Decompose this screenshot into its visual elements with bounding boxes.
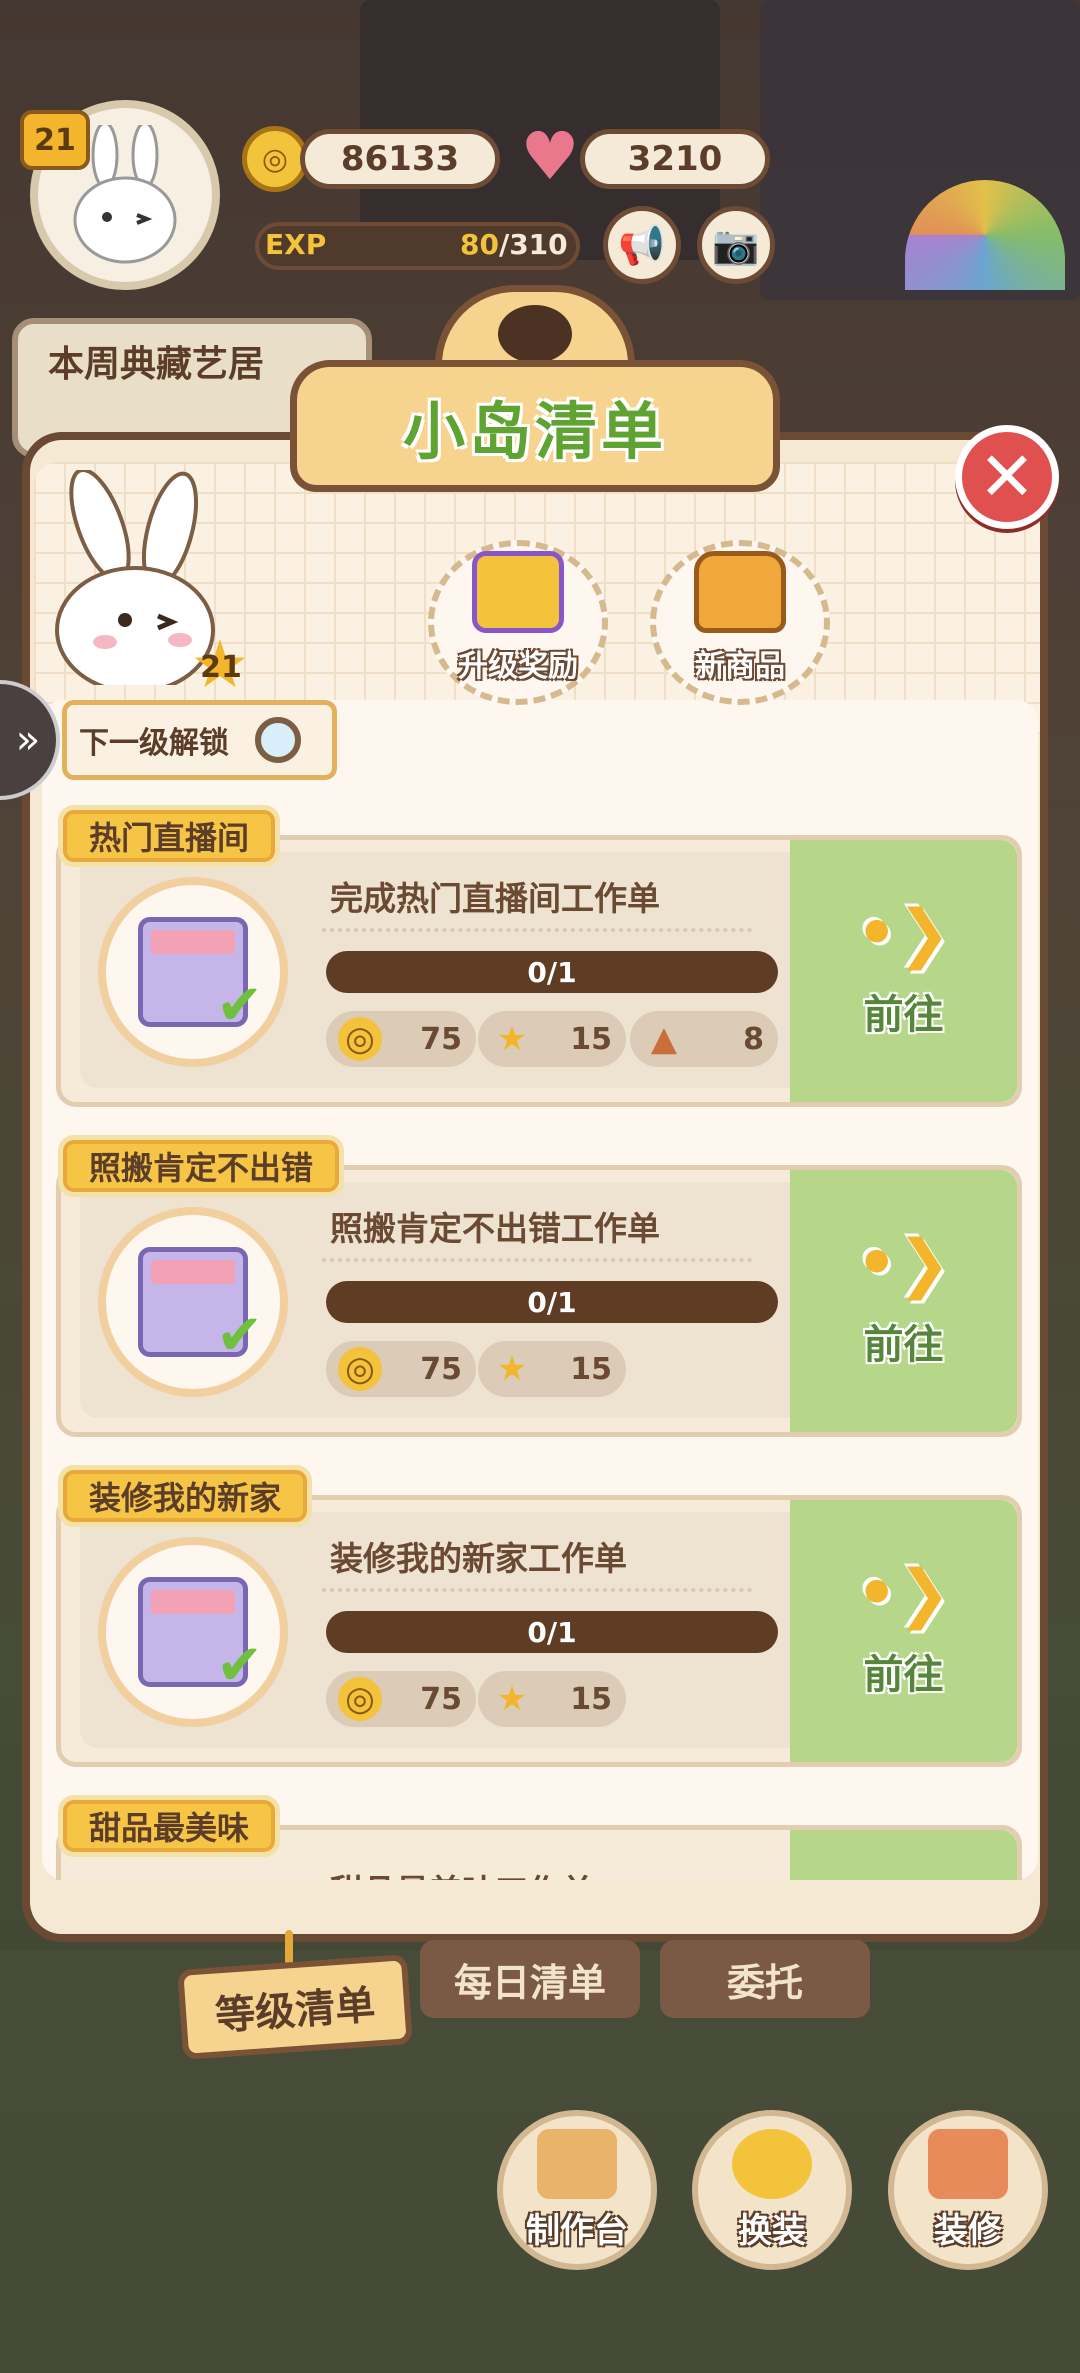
close-button[interactable]: ✕ xyxy=(955,425,1059,529)
go-button[interactable]: •❯ 前往 xyxy=(790,1170,1017,1432)
exp-current: 80 xyxy=(460,228,499,261)
reward-coin: ◎ 75 xyxy=(326,1671,476,1727)
star-icon: ★ xyxy=(496,1349,528,1389)
calendar-check-icon: ✔ xyxy=(138,1247,263,1368)
title-hanger-hole xyxy=(498,305,572,363)
unlock-item-label: 升级奖励 xyxy=(458,649,578,684)
reward-coin: ◎ 75 xyxy=(326,1341,476,1397)
bunny-level: 21 xyxy=(200,650,242,685)
close-icon: ✕ xyxy=(978,437,1036,517)
heart-icon: ♥ xyxy=(520,118,580,195)
next-level-unlock-button[interactable]: 下一级解锁 xyxy=(62,700,337,780)
coin-icon: ◎ xyxy=(338,1677,382,1721)
ore-icon: ▲ xyxy=(650,1019,678,1059)
task-icon-frame: ✔ xyxy=(98,1207,288,1397)
task-tag: 装修我的新家 xyxy=(58,1465,313,1527)
announcement-button[interactable]: 📢 xyxy=(603,206,681,284)
task-tag: 甜品最美味 xyxy=(58,1795,281,1857)
task-divider xyxy=(322,1588,752,1592)
star-icon: ★ xyxy=(496,1679,528,1719)
coin-icon: ◎ xyxy=(338,1347,382,1391)
arrow-right-icon: •❯ xyxy=(856,1557,951,1631)
task-tag: 照搬肯定不出错 xyxy=(58,1135,345,1197)
reward-star: ★ 15 xyxy=(478,1341,626,1397)
go-button-label: 前往 xyxy=(863,1652,944,1698)
task-icon-frame: ✔ xyxy=(98,1537,288,1727)
unlock-item-upgrade-reward[interactable]: 升级奖励 xyxy=(428,540,608,705)
reward-value: 75 xyxy=(420,1681,462,1717)
star-icon: ★ xyxy=(496,1019,528,1059)
coin-icon: ◎ xyxy=(242,126,308,192)
task-title: 完成热门直播间工作单 xyxy=(330,879,660,918)
task-icon-frame: ✔ xyxy=(98,877,288,1067)
paint-roller-icon xyxy=(928,2129,1008,2199)
heart-counter[interactable]: 3210 xyxy=(580,129,770,189)
reward-value: 15 xyxy=(570,1021,612,1057)
dressup-icon xyxy=(732,2129,812,2199)
tab-level-list[interactable]: 等级清单 xyxy=(177,1954,413,2060)
next-unlock-label: 下一级解锁 xyxy=(79,726,229,761)
arrow-right-icon: •❯ xyxy=(856,897,951,971)
task-progress: 0/1 xyxy=(326,951,778,993)
exp-value: 80/310 xyxy=(460,228,568,261)
task-progress: 0/1 xyxy=(326,1281,778,1323)
task-title: 装修我的新家工作单 xyxy=(330,1539,627,1578)
reward-value: 15 xyxy=(570,1351,612,1387)
coin-counter[interactable]: 86133 xyxy=(300,129,500,189)
unlock-item-label: 新商品 xyxy=(695,649,785,684)
go-button-label: 前往 xyxy=(863,992,944,1038)
bag-icon xyxy=(694,551,786,633)
reward-value: 8 xyxy=(743,1021,764,1057)
megaphone-icon: 📢 xyxy=(618,222,666,267)
chevron-right-icon: » xyxy=(15,717,41,763)
task-tag: 热门直播间 xyxy=(58,805,281,867)
reward-value: 15 xyxy=(570,1681,612,1717)
dock-decorate-button[interactable]: 装修 xyxy=(888,2110,1048,2270)
reward-star: ★ 15 xyxy=(478,1011,626,1067)
panel-title: 小岛清单 xyxy=(402,395,667,468)
reward-ore: ▲ 8 xyxy=(630,1011,778,1067)
exp-total: /310 xyxy=(498,228,568,261)
magnifier-icon xyxy=(255,717,301,763)
task-progress: 0/1 xyxy=(326,1611,778,1653)
gift-icon xyxy=(472,551,564,633)
go-button[interactable]: •❯ 前往 xyxy=(790,1500,1017,1762)
task-divider xyxy=(322,928,752,932)
dock-dressup-button[interactable]: 换装 xyxy=(692,2110,852,2270)
tab-daily-list[interactable]: 每日清单 xyxy=(420,1940,640,2018)
dock-label: 装修 xyxy=(934,2211,1002,2251)
workbench-icon xyxy=(537,2129,617,2199)
calendar-check-icon: ✔ xyxy=(138,1577,263,1698)
task-title: 照搬肯定不出错工作单 xyxy=(330,1209,660,1248)
dock-workbench-button[interactable]: 制作台 xyxy=(497,2110,657,2270)
panel-footer xyxy=(22,1880,1048,1942)
reward-star: ★ 15 xyxy=(478,1671,626,1727)
dock-label: 换装 xyxy=(738,2211,806,2251)
reward-value: 75 xyxy=(420,1351,462,1387)
arrow-right-icon: •❯ xyxy=(856,1227,951,1301)
exp-label: EXP xyxy=(265,228,327,261)
coin-icon: ◎ xyxy=(338,1017,382,1061)
reward-value: 75 xyxy=(420,1021,462,1057)
camera-button[interactable]: 📷 xyxy=(697,206,775,284)
tab-commission[interactable]: 委托 xyxy=(660,1940,870,2018)
go-button[interactable]: •❯ 前往 xyxy=(790,840,1017,1102)
unlock-item-new-goods[interactable]: 新商品 xyxy=(650,540,830,705)
player-level-badge: 21 xyxy=(20,110,90,170)
task-divider xyxy=(322,1258,752,1262)
dock-label: 制作台 xyxy=(526,2211,628,2251)
reward-coin: ◎ 75 xyxy=(326,1011,476,1067)
go-button-label: 前往 xyxy=(863,1322,944,1368)
panel-title-plate: 小岛清单 xyxy=(290,360,780,492)
camera-icon: 📷 xyxy=(712,222,760,267)
calendar-check-icon: ✔ xyxy=(138,917,263,1038)
